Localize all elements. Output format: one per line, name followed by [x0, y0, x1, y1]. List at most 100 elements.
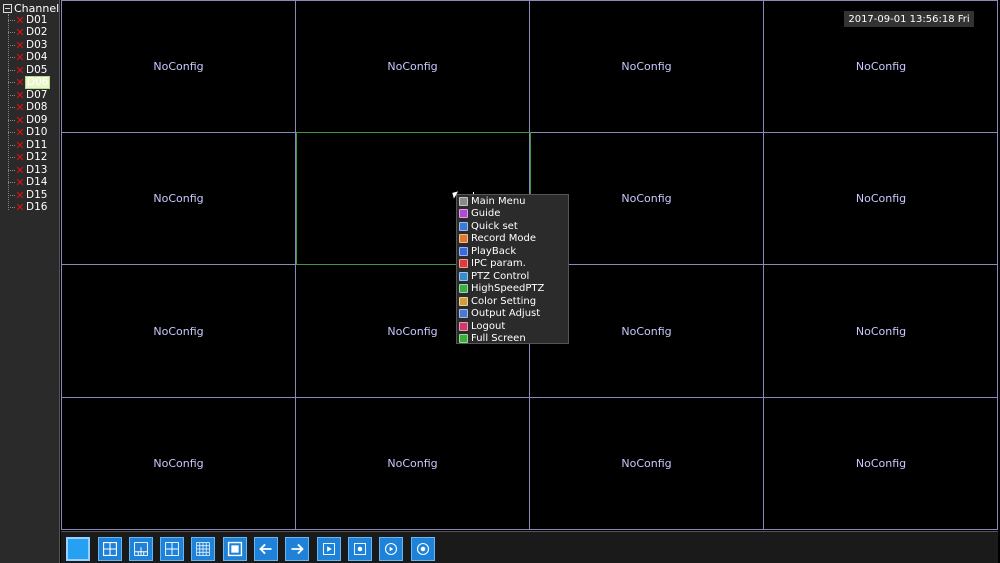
channel-item[interactable]: ✕ D01 [8, 14, 48, 27]
layout-9-button[interactable] [160, 537, 184, 561]
channel-label: D04 [26, 51, 48, 64]
grid-divider [295, 1, 296, 529]
channel-item[interactable]: ✕ D15 [8, 189, 48, 202]
layout-16-icon [196, 542, 210, 556]
layout-16-button[interactable] [191, 537, 215, 561]
channel-item[interactable]: ✕ D10 [8, 127, 48, 140]
menu-item-output-adjust[interactable]: Output Adjust [457, 308, 568, 321]
channel-item[interactable]: ✕ D05 [8, 64, 48, 77]
record-mode-icon [459, 234, 468, 244]
layout-1-button[interactable] [66, 537, 90, 561]
channel-item[interactable]: ✕ D09 [8, 114, 48, 127]
menu-item-full-screen[interactable]: Full Screen [457, 333, 568, 346]
menu-item-label: Record Mode [471, 233, 536, 245]
layout-1-icon [68, 539, 88, 559]
record-button[interactable] [348, 537, 372, 561]
collapse-icon[interactable] [3, 3, 12, 13]
cell-status-label: NoConfig [153, 192, 204, 205]
channel-label: D01 [26, 13, 48, 26]
video-cell[interactable]: NoConfig [764, 133, 998, 264]
video-cell[interactable]: NoConfig [764, 398, 998, 529]
channel-item[interactable]: ✕ D13 [8, 164, 48, 177]
video-cell[interactable]: NoConfig [296, 1, 529, 132]
layout-4-button[interactable] [98, 537, 122, 561]
layout-4-icon [103, 542, 117, 556]
record-icon [354, 543, 366, 555]
menu-item-color-setting[interactable]: Color Setting [457, 295, 568, 308]
video-cell[interactable]: NoConfig [62, 398, 295, 529]
tree-branch [8, 194, 15, 196]
tree-branch [8, 207, 15, 209]
cell-status-label: NoConfig [621, 324, 672, 338]
output-adjust-icon [459, 309, 468, 319]
tree-branch [8, 82, 15, 84]
grid-divider [62, 397, 997, 398]
channel-item[interactable]: ✕ D04 [8, 52, 48, 65]
disconnected-icon: ✕ [15, 51, 25, 65]
cell-status-label: NoConfig [855, 324, 907, 338]
channel-label: D14 [26, 176, 48, 189]
video-cell[interactable]: NoConfig [62, 133, 295, 264]
tree-branch [8, 169, 15, 171]
layout-8-button[interactable] [129, 537, 153, 561]
disconnected-icon: ✕ [15, 101, 25, 115]
menu-item-label: Logout [471, 320, 506, 332]
menu-item-label: Guide [471, 208, 501, 220]
disconnected-icon: ✕ [15, 188, 25, 202]
channel-header-label: Channel [14, 1, 60, 15]
menu-item-label: PTZ Control [471, 270, 530, 282]
channel-item[interactable]: ✕ D14 [8, 177, 48, 190]
bottom-toolbar [61, 531, 998, 563]
video-cell[interactable]: NoConfig [764, 265, 998, 397]
channel-item[interactable]: ✕ D07 [8, 89, 48, 102]
menu-item-quick-set[interactable]: Quick set [457, 220, 568, 233]
tree-branch [8, 32, 15, 34]
video-cell[interactable]: NoConfig [530, 1, 763, 132]
tree-branch [8, 119, 15, 121]
ipc-param-icon [459, 259, 468, 269]
menu-item-label: Output Adjust [471, 308, 541, 320]
channel-item[interactable]: ✕ D06 [8, 76, 51, 90]
menu-item-playback[interactable]: PlayBack [457, 245, 568, 258]
menu-item-high-speed-ptz[interactable]: HighSpeedPTZ [457, 283, 568, 296]
video-cell[interactable]: NoConfig [62, 1, 295, 132]
channel-label: D10 [26, 126, 48, 139]
high-speed-ptz-icon [459, 284, 468, 294]
fullscreen-button[interactable] [223, 537, 247, 561]
channel-tree-header[interactable]: Channel [3, 1, 60, 15]
menu-item-guide[interactable]: Guide [457, 208, 568, 221]
menu-item-logout[interactable]: Logout [457, 320, 568, 333]
cell-status-label: NoConfig [621, 457, 672, 470]
channel-item[interactable]: ✕ D02 [8, 27, 48, 40]
channel-item[interactable]: ✕ D03 [8, 39, 48, 52]
video-cell[interactable]: NoConfig [62, 265, 295, 397]
disconnected-icon: ✕ [15, 13, 25, 27]
play-button[interactable] [317, 537, 341, 561]
menu-item-ipc-param[interactable]: IPC param. [457, 258, 568, 271]
video-cell[interactable]: NoConfig [530, 398, 763, 529]
arrow-right-button[interactable] [285, 537, 309, 561]
channel-item[interactable]: ✕ D16 [8, 202, 48, 215]
channel-label: D09 [26, 113, 48, 126]
playback-circle-button[interactable] [379, 537, 403, 561]
arrow-right-icon [291, 543, 304, 555]
video-cell[interactable]: NoConfig [296, 398, 529, 529]
tree-branch [8, 44, 15, 46]
cell-status-label: NoConfig [153, 457, 204, 470]
disconnected-icon: ✕ [15, 26, 25, 40]
channel-label: D16 [26, 201, 48, 214]
menu-item-ptz-control[interactable]: PTZ Control [457, 270, 568, 283]
stop-circle-button[interactable] [411, 537, 435, 561]
menu-item-record-mode[interactable]: Record Mode [457, 233, 568, 246]
channel-label: D07 [26, 88, 48, 101]
channel-label: D02 [26, 26, 48, 39]
menu-item-main-menu[interactable]: Main Menu [457, 195, 568, 208]
channel-item[interactable]: ✕ D08 [8, 102, 48, 115]
fullscreen-icon [227, 541, 243, 557]
channel-item[interactable]: ✕ D12 [8, 152, 48, 165]
cell-status-label: NoConfig [621, 60, 672, 73]
channel-label: D12 [26, 151, 48, 164]
arrow-left-button[interactable] [254, 537, 278, 561]
channel-item[interactable]: ✕ D11 [8, 139, 48, 152]
menu-item-label: PlayBack [471, 245, 517, 257]
